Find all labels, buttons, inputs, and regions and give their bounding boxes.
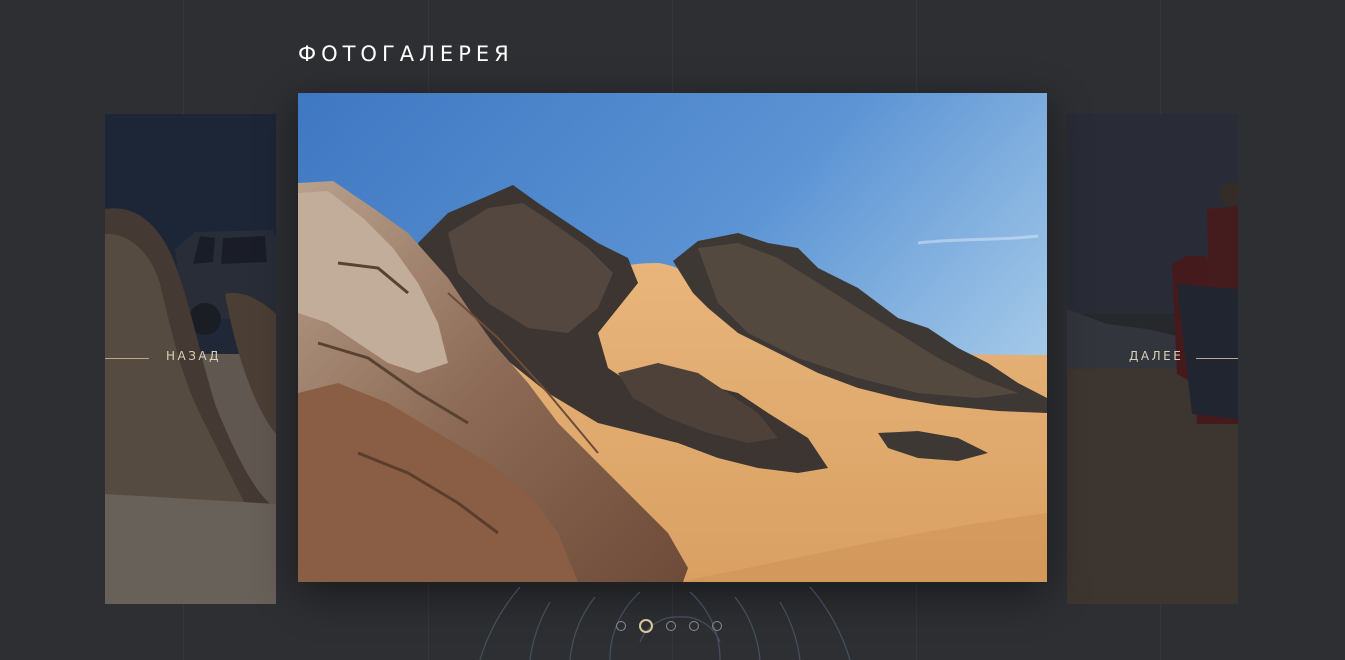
desert-rocks-photo: [298, 93, 1047, 582]
pagination-dot[interactable]: [616, 621, 626, 631]
slide-pagination: [616, 619, 722, 633]
next-button[interactable]: ДАЛЕЕ: [1129, 349, 1183, 363]
pagination-dot-active[interactable]: [639, 619, 653, 633]
next-line: [1196, 358, 1238, 359]
main-slide: [298, 93, 1047, 582]
gallery-title: ФОТОГАЛЕРЕЯ: [298, 42, 514, 67]
pagination-dot[interactable]: [689, 621, 699, 631]
prev-button[interactable]: НАЗАД: [166, 349, 221, 363]
pagination-dot[interactable]: [666, 621, 676, 631]
pagination-dot[interactable]: [712, 621, 722, 631]
prev-line: [105, 358, 149, 359]
